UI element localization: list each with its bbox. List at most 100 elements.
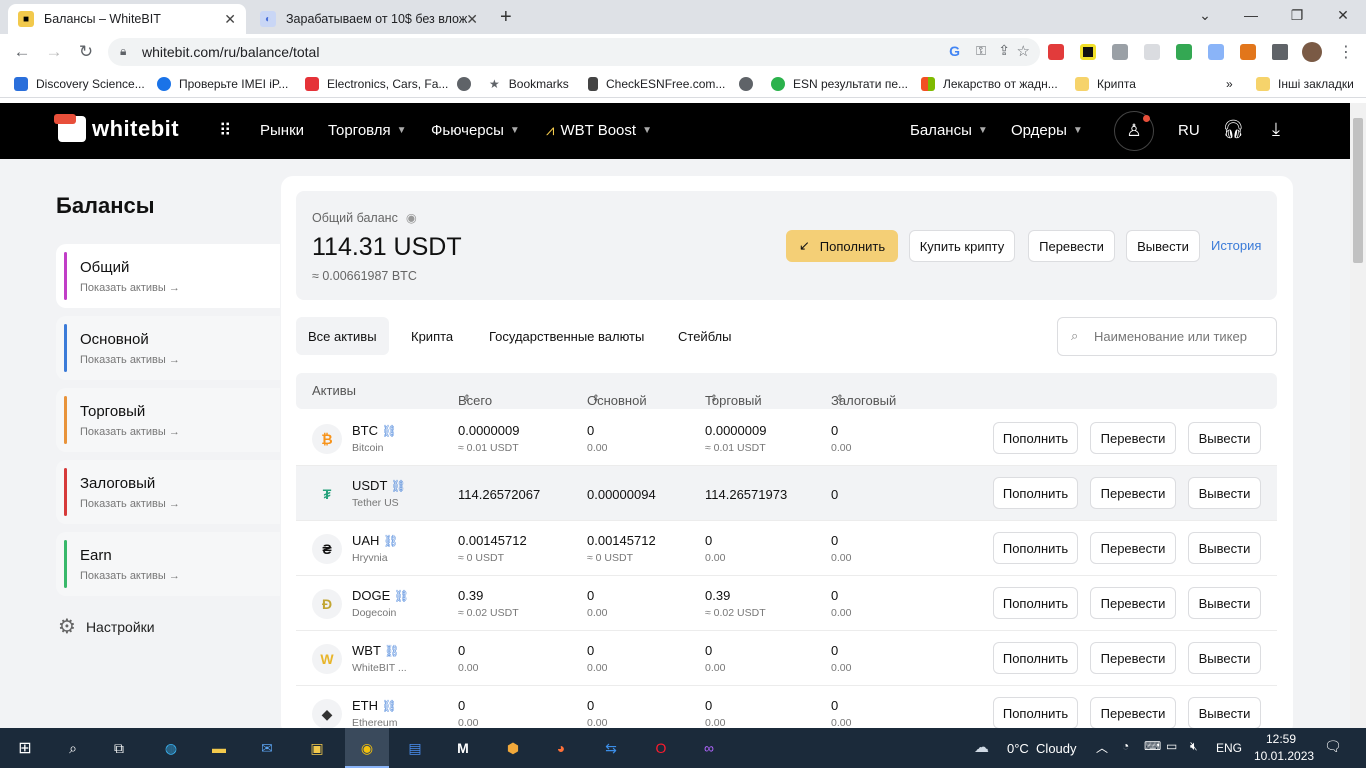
volume-muted-icon[interactable]: 🔇︎: [1190, 739, 1198, 754]
url-field[interactable]: 🔒︎ whitebit.com/ru/balance/total G ⚿ ⇪ ☆: [108, 38, 1040, 66]
eye-icon[interactable]: ◉: [406, 210, 417, 225]
asset-ticker[interactable]: USDT ⛓︎: [352, 478, 406, 493]
asset-ticker[interactable]: ETH ⛓︎: [352, 698, 397, 713]
vpn-shield-icon[interactable]: ⬢: [502, 738, 524, 758]
settings-link[interactable]: ⚙ Настройки: [58, 614, 155, 639]
other-bookmarks-folder[interactable]: Інші закладки: [1256, 77, 1354, 91]
chrome-icon[interactable]: ◉: [356, 738, 378, 758]
share-icon[interactable]: ⇪: [998, 42, 1010, 59]
nav-markets[interactable]: Рынки: [260, 122, 304, 139]
table-row[interactable]: W WBT ⛓︎ WhiteBIT ... 0 0.00 0 0.00 0 0.00 0 0.00 П…: [296, 631, 1277, 686]
nav-futures[interactable]: Фьючерсы ▼: [431, 122, 520, 139]
app-icon[interactable]: ∞: [698, 738, 720, 758]
windows-start-icon[interactable]: ⊞: [14, 738, 36, 758]
opera-icon[interactable]: O: [650, 738, 672, 758]
sidebar-item-earn[interactable]: Earn Показать активы →: [56, 532, 280, 596]
row-withdraw-button[interactable]: Вывести: [1188, 642, 1261, 674]
globe-icon[interactable]: [457, 77, 479, 91]
gmail-like-icon[interactable]: M: [452, 738, 474, 758]
sidebar-item-trading[interactable]: Торговый Показать активы →: [56, 388, 280, 452]
close-tab-icon[interactable]: ✕: [224, 11, 236, 28]
mail-icon[interactable]: ✉: [256, 738, 278, 758]
profile-avatar[interactable]: [1302, 42, 1322, 62]
search-icon[interactable]: ⌕: [62, 738, 84, 758]
row-transfer-button[interactable]: Перевести: [1090, 587, 1176, 619]
new-tab-button[interactable]: +: [500, 6, 512, 29]
table-row[interactable]: ₮ USDT ⛓︎ Tether US 114.26572067 0.00000094 1…: [296, 466, 1277, 521]
buy-crypto-button[interactable]: Купить крипту: [909, 230, 1015, 262]
row-deposit-button[interactable]: Пополнить: [993, 532, 1078, 564]
tab-search-icon[interactable]: ⌄: [1182, 0, 1228, 30]
nav-wbt-boost[interactable]: ⩘ WBT Boost ▼: [546, 122, 652, 139]
forward-icon[interactable]: →: [44, 42, 64, 62]
store-icon[interactable]: ▣: [306, 738, 328, 758]
metamask-extension-icon[interactable]: [1240, 44, 1256, 60]
scrollbar-thumb[interactable]: [1353, 118, 1363, 263]
row-withdraw-button[interactable]: Вывести: [1188, 422, 1261, 454]
sidebar-item-main[interactable]: Основной Показать активы →: [56, 316, 280, 380]
tab-whitebit[interactable]: ■ Балансы – WhiteBIT ✕: [8, 4, 246, 34]
row-deposit-button[interactable]: Пополнить: [993, 697, 1078, 728]
shield-extension-icon[interactable]: [1144, 44, 1160, 60]
row-withdraw-button[interactable]: Вывести: [1188, 587, 1261, 619]
notification-center-icon[interactable]: 🗨︎: [1324, 738, 1342, 755]
bookmark-star-icon[interactable]: ☆: [1017, 42, 1030, 60]
row-withdraw-button[interactable]: Вывести: [1188, 697, 1261, 728]
close-tab-icon[interactable]: ✕: [466, 11, 478, 28]
notepad-icon[interactable]: ▤: [404, 738, 426, 758]
bookmark-item[interactable]: ★ Bookmarks: [489, 77, 569, 91]
nav-balances[interactable]: Балансы ▼: [910, 122, 988, 139]
asset-ticker[interactable]: UAH ⛓︎: [352, 533, 398, 548]
deposit-button[interactable]: ↙ Пополнить: [786, 230, 898, 262]
bookmark-item[interactable]: Discovery Science...: [14, 77, 145, 91]
extension-icon[interactable]: [1208, 44, 1224, 60]
folder-bookmark[interactable]: Крипта: [1075, 77, 1136, 91]
tab-crypto[interactable]: Крипта: [411, 317, 453, 355]
row-deposit-button[interactable]: Пополнить: [993, 422, 1078, 454]
extensions-puzzle-icon[interactable]: [1272, 44, 1288, 60]
network-icon[interactable]: ◔: [1122, 739, 1129, 753]
nav-trading[interactable]: Торговля ▼: [328, 122, 407, 139]
table-row[interactable]: ◆ ETH ⛓︎ Ethereum 0 0.00 0 0.00 0 0.00 0 0.00 Попол…: [296, 686, 1277, 728]
asset-search-input[interactable]: ⌕ Наименование или тикер: [1057, 317, 1277, 356]
user-profile-icon[interactable]: ♙: [1114, 111, 1154, 151]
withdraw-button[interactable]: Вывести: [1126, 230, 1200, 262]
row-transfer-button[interactable]: Перевести: [1090, 697, 1176, 728]
key-icon[interactable]: ⚿: [976, 43, 986, 59]
back-icon[interactable]: ←: [12, 42, 32, 62]
bookmark-item[interactable]: Проверьте IMEI iP...: [157, 77, 288, 91]
row-withdraw-button[interactable]: Вывести: [1188, 532, 1261, 564]
tab-fiat[interactable]: Государственные валюты: [489, 317, 644, 355]
bookmark-item[interactable]: Electronics, Cars, Fa...: [305, 77, 448, 91]
edge-icon[interactable]: ◍: [160, 738, 182, 758]
teamviewer-icon[interactable]: ⇆: [600, 738, 622, 758]
bookmarks-overflow-icon[interactable]: »: [1226, 77, 1233, 91]
task-view-icon[interactable]: ⧉: [108, 738, 130, 758]
weather-text[interactable]: 0°C Cloudy: [1007, 741, 1077, 756]
extension-icon[interactable]: [1080, 44, 1096, 60]
history-link[interactable]: История: [1211, 238, 1261, 253]
clock-time[interactable]: 12:59: [1266, 732, 1296, 746]
sidebar-item-collateral[interactable]: Залоговый Показать активы →: [56, 460, 280, 524]
input-language[interactable]: ENG: [1216, 741, 1242, 755]
extension-icon[interactable]: [1112, 44, 1128, 60]
tab-stablecoins[interactable]: Стейблы: [678, 317, 731, 355]
whitebit-logo[interactable]: whitebit: [54, 114, 179, 142]
file-explorer-icon[interactable]: ▬: [208, 738, 230, 758]
reload-icon[interactable]: ↻: [76, 42, 96, 62]
asset-ticker[interactable]: BTC ⛓︎: [352, 423, 397, 438]
language-switch[interactable]: RU: [1178, 122, 1200, 139]
bookmark-item[interactable]: Лекарство от жадн...: [921, 77, 1058, 91]
globe-icon[interactable]: [739, 77, 761, 91]
row-deposit-button[interactable]: Пополнить: [993, 477, 1078, 509]
row-deposit-button[interactable]: Пополнить: [993, 587, 1078, 619]
table-row[interactable]: Ð DOGE ⛓︎ Dogecoin 0.39 ≈ 0.02 USDT 0 0.00 0.39…: [296, 576, 1277, 631]
bookmark-item[interactable]: CheckESNFree.com...: [588, 77, 725, 91]
bookmark-item[interactable]: ESN результати пе...: [771, 77, 908, 91]
minimize-button[interactable]: —: [1228, 0, 1274, 30]
adblock-extension-icon[interactable]: [1048, 44, 1064, 60]
support-headset-icon[interactable]: 🎧︎: [1222, 119, 1245, 140]
close-window-button[interactable]: ✕: [1320, 0, 1366, 30]
asset-ticker[interactable]: WBT ⛓︎: [352, 643, 400, 658]
meet-icon[interactable]: ⌨: [1144, 739, 1161, 753]
